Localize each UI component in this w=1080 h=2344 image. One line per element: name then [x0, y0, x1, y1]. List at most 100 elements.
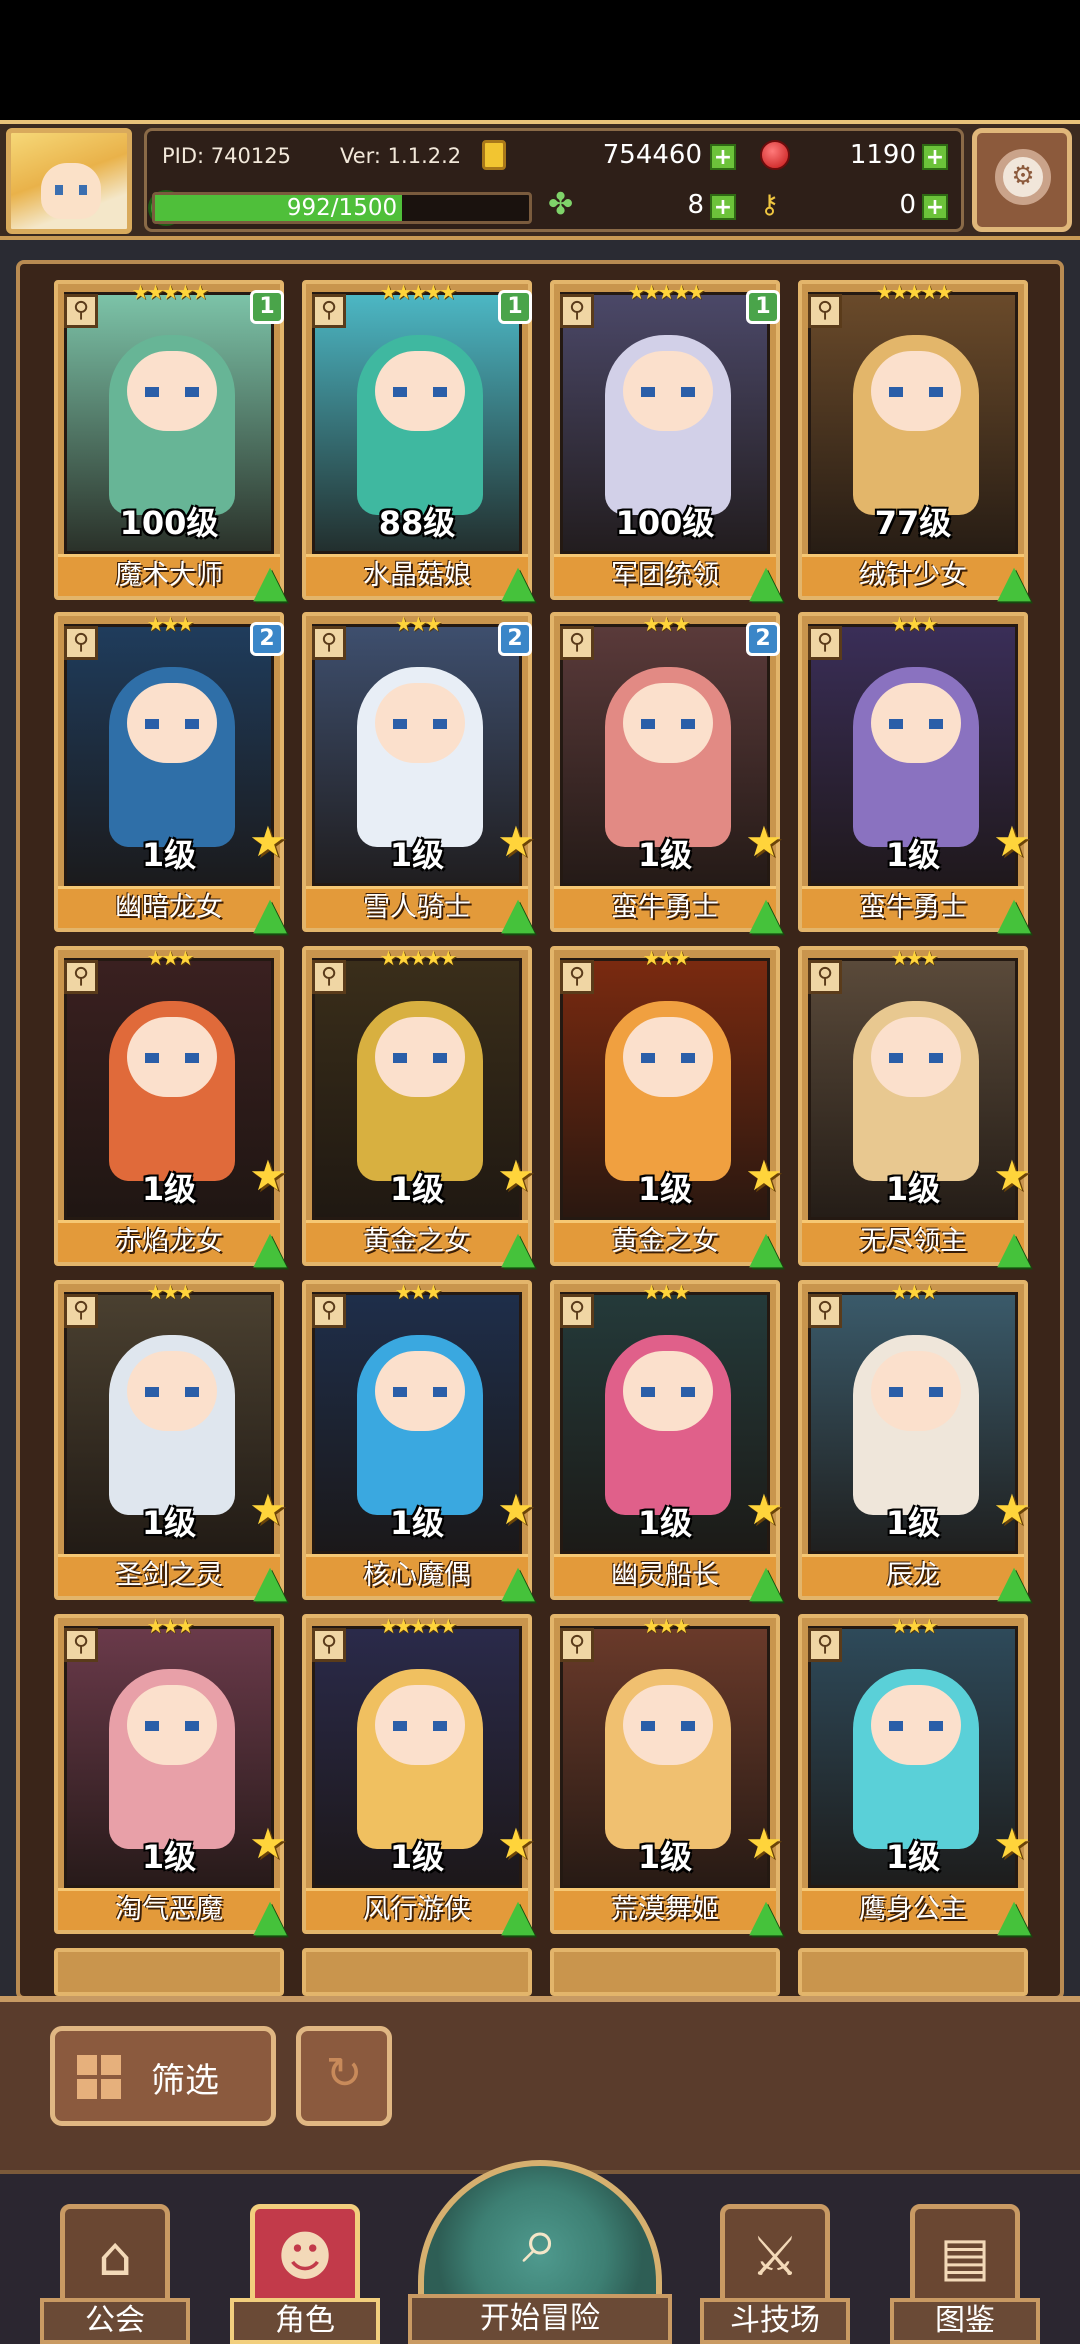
character-card[interactable]: ⚲ ★★★ 1级 荒漠舞姬 ▲ ★ — [550, 1614, 783, 1940]
character-eyes — [641, 719, 695, 729]
nav-codex[interactable]: ▤ 图鉴 — [890, 2200, 1040, 2344]
rarity-stars: ★★★★★ — [379, 280, 458, 304]
character-card[interactable]: ⚲ ★★★ 1级 蛮牛勇士 ▲ 2 ★ — [550, 612, 783, 938]
upgrade-arrow-icon: ▲ — [501, 1556, 535, 1607]
refresh-button[interactable]: ↻ — [296, 2026, 392, 2126]
class-icon: ⚲ — [560, 1294, 594, 1328]
character-eyes — [889, 1387, 943, 1397]
upgrade-arrow-icon: ▲ — [253, 1556, 287, 1607]
character-card[interactable]: ⚲ ★★★★★ 77级 绒针少女 ▲ — [798, 280, 1031, 606]
add-keys-button[interactable]: + — [922, 194, 948, 220]
gold-coin-icon — [482, 140, 506, 170]
star-up-icon: ★ — [745, 1151, 783, 1200]
nav-arena[interactable]: ⚔ 斗技场 — [700, 2200, 850, 2344]
player-avatar[interactable] — [6, 128, 132, 234]
character-card[interactable]: ⚲ ★★★★★ 1级 风行游侠 ▲ ★ — [302, 1614, 535, 1940]
character-card[interactable]: ⚲ ★★★ 1级 无尽领主 ▲ ★ — [798, 946, 1031, 1272]
character-eyes — [889, 387, 943, 397]
class-icon: ⚲ — [808, 294, 842, 328]
character-eyes — [889, 719, 943, 729]
upgrade-arrow-icon: ▲ — [501, 1890, 535, 1941]
class-icon: ⚲ — [64, 294, 98, 328]
character-card[interactable]: ⚲ ★★★ 1级 辰龙 ▲ ★ — [798, 1280, 1031, 1606]
character-card[interactable]: ⚲ ★★★ 1级 赤焰龙女 ▲ ★ — [54, 946, 287, 1272]
class-icon: ⚲ — [808, 960, 842, 994]
class-icon: ⚲ — [312, 1628, 346, 1662]
class-icon: ⚲ — [560, 1628, 594, 1662]
class-icon: ⚲ — [560, 960, 594, 994]
add-gold-button[interactable]: + — [710, 144, 736, 170]
filter-label: 筛选 — [151, 2061, 219, 2101]
avatar-eye-left — [55, 185, 63, 195]
class-icon: ⚲ — [560, 626, 594, 660]
tier-badge: 1 — [250, 290, 284, 324]
character-card[interactable]: ⚲ ★★★ 1级 圣剑之灵 ▲ ★ — [54, 1280, 287, 1606]
rarity-stars: ★★★★★ — [875, 280, 954, 304]
character-eyes — [393, 387, 447, 397]
character-eyes — [641, 1053, 695, 1063]
filter-button[interactable]: 筛选 — [50, 2026, 276, 2126]
rarity-stars: ★★★★★ — [131, 280, 210, 304]
character-card[interactable]: ⚲ ★★★ 1级 黄金之女 ▲ ★ — [550, 946, 783, 1272]
rarity-stars: ★★★ — [146, 946, 195, 970]
character-card[interactable]: ⚲ ★★★ 1级 幽灵船长 ▲ ★ — [550, 1280, 783, 1606]
character-card-partial[interactable] — [550, 1948, 780, 1996]
character-card-partial[interactable] — [54, 1948, 284, 1996]
add-gems-button[interactable]: + — [922, 144, 948, 170]
character-eyes — [145, 1721, 199, 1731]
character-card[interactable]: ⚲ ★★★ 1级 鹰身公主 ▲ ★ — [798, 1614, 1031, 1940]
nav-guild-label: 公会 — [40, 2298, 190, 2344]
avatar-face — [41, 163, 101, 219]
star-up-icon: ★ — [249, 1485, 287, 1534]
upgrade-arrow-icon: ▲ — [253, 556, 287, 607]
nav-character-label: 角色 — [230, 2298, 380, 2344]
star-up-icon: ★ — [745, 1485, 783, 1534]
character-eyes — [145, 1053, 199, 1063]
character-card[interactable]: ⚲ ★★★ 1级 淘气恶魔 ▲ ★ — [54, 1614, 287, 1940]
class-icon: ⚲ — [808, 1628, 842, 1662]
rarity-stars: ★★★ — [890, 946, 939, 970]
upgrade-arrow-icon: ▲ — [749, 1222, 783, 1273]
character-card[interactable]: ⚲ ★★★★★ 1级 黄金之女 ▲ ★ — [302, 946, 535, 1272]
nav-codex-label: 图鉴 — [890, 2298, 1040, 2344]
rarity-stars: ★★★ — [146, 1614, 195, 1638]
character-card[interactable]: ⚲ ★★★ 1级 蛮牛勇士 ▲ ★ — [798, 612, 1031, 938]
nav-character[interactable]: ☻ 角色 — [230, 2200, 380, 2344]
character-eyes — [641, 1721, 695, 1731]
rarity-stars: ★★★ — [394, 612, 443, 636]
character-eyes — [145, 1387, 199, 1397]
tier-badge: 2 — [746, 622, 780, 656]
rarity-stars: ★★★ — [890, 1614, 939, 1638]
rarity-stars: ★★★ — [394, 1280, 443, 1304]
star-up-icon: ★ — [249, 1151, 287, 1200]
rarity-stars: ★★★★★ — [627, 280, 706, 304]
class-icon: ⚲ — [560, 294, 594, 328]
character-card[interactable]: ⚲ ★★★★★ 88级 水晶菇娘 ▲ 1 — [302, 280, 535, 606]
character-card-partial[interactable] — [302, 1948, 532, 1996]
character-level: 77级 — [874, 504, 952, 542]
rarity-stars: ★★★ — [890, 612, 939, 636]
character-level: 100级 — [615, 504, 715, 542]
character-card[interactable]: ⚲ ★★★★★ 100级 魔术大师 ▲ 1 — [54, 280, 287, 606]
red-gem-icon — [760, 140, 790, 170]
class-icon: ⚲ — [64, 1294, 98, 1328]
character-card[interactable]: ⚲ ★★★ 1级 幽暗龙女 ▲ 2 ★ — [54, 612, 287, 938]
character-card-partial[interactable] — [798, 1948, 1028, 1996]
character-card[interactable]: ⚲ ★★★ 1级 雪人骑士 ▲ 2 ★ — [302, 612, 535, 938]
nav-guild[interactable]: ⌂ 公会 — [40, 2200, 190, 2344]
upgrade-arrow-icon: ▲ — [997, 1890, 1031, 1941]
character-card[interactable]: ⚲ ★★★ 1级 核心魔偶 ▲ ★ — [302, 1280, 535, 1606]
nav-adventure[interactable]: ⌕ 开始冒险 — [408, 2160, 672, 2344]
star-up-icon: ★ — [993, 1151, 1031, 1200]
settings-button[interactable]: ⚙ — [972, 128, 1072, 232]
upgrade-arrow-icon: ▲ — [997, 556, 1031, 607]
add-clover-button[interactable]: + — [710, 194, 736, 220]
character-eyes — [145, 719, 199, 729]
character-card[interactable]: ⚲ ★★★★★ 100级 军团统领 ▲ 1 — [550, 280, 783, 606]
class-icon: ⚲ — [808, 626, 842, 660]
tier-badge: 2 — [498, 622, 532, 656]
upgrade-arrow-icon: ▲ — [501, 556, 535, 607]
avatar-eye-right — [79, 185, 87, 195]
upgrade-arrow-icon: ▲ — [749, 888, 783, 939]
rarity-stars: ★★★ — [890, 1280, 939, 1304]
